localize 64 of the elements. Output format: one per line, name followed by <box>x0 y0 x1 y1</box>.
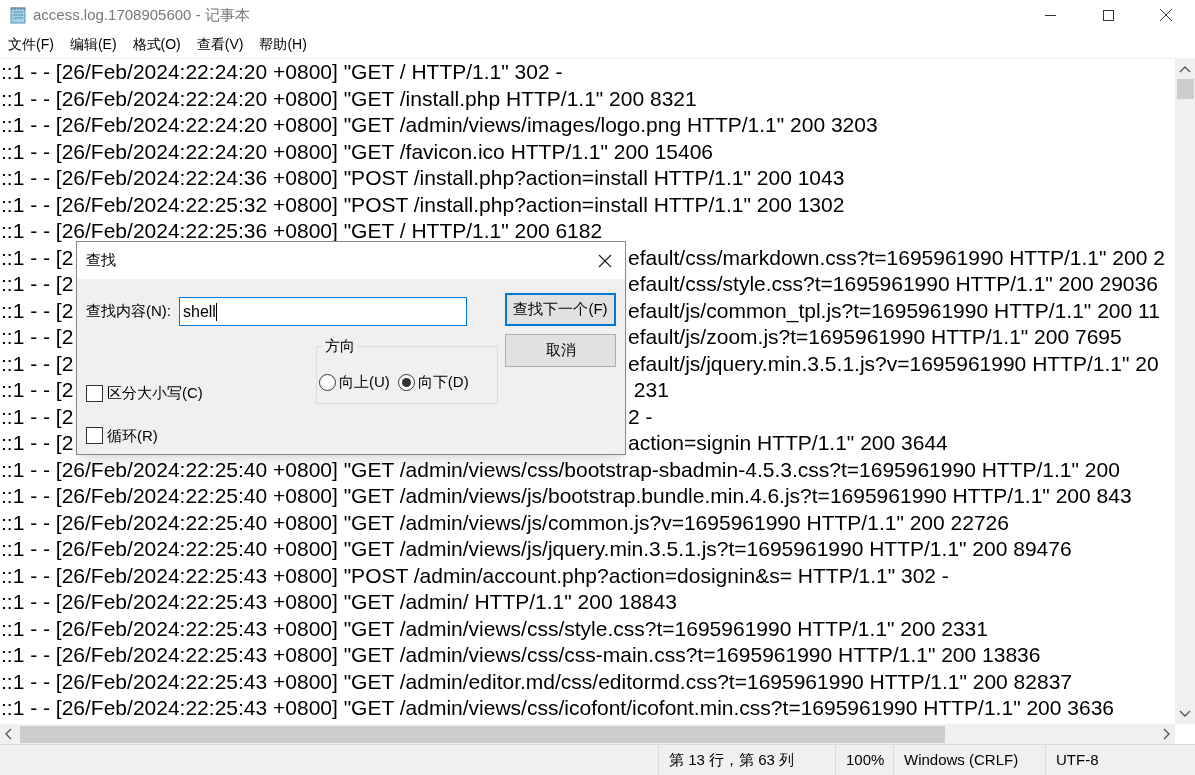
log-line: ::1 - - [26/Feb/2024:22:25:36 +0800] "GET / HTTP/1.1" 200 6182 <box>1 219 603 242</box>
log-line: ::1 - - [26/Feb/2024:22:25:43 +0800] "GET /admin/views/css/style.css?t=1695961990 HTTP/1.1" 200 2331 <box>1 616 988 640</box>
log-line: ::1 - - [26/Feb/2024:22:25:43 +0800] "GET /admin/views/css/icofont/icofont.min.css?t=1695961990 HTTP/1.1" 200 3636 <box>1 696 1114 719</box>
window-title: access.log.1708905600 - 记事本 <box>33 4 250 25</box>
radio-button[interactable]: 向下(D) <box>397 370 469 394</box>
maximize-icon <box>1102 9 1114 21</box>
notepad-icon <box>8 5 28 25</box>
scroll-right-icon[interactable] <box>1163 728 1171 740</box>
log-line: ::1 - - [2 <box>1 298 74 322</box>
log-line: ::1 - - [26/Feb/2024:22:24:36 +0800] "POST /install.php?action=install HTTP/1.1" 200 1043 <box>1 166 845 189</box>
log-line: ::1 - - [2 <box>1 351 74 375</box>
log-line: 231 <box>632 377 669 403</box>
search-field[interactable]: shell <box>179 297 467 326</box>
log-line: ::1 - - [26/Feb/2024:22:25:40 +0800] "GET /admin/views/css/bootstrap-sbadmin-4.5.3.css?t=1695961990 HTTP/1.1" 200 <box>1 457 1120 481</box>
log-line: ::1 - - [2 <box>1 325 74 348</box>
menu-item[interactable]: 查看(V) <box>188 33 252 55</box>
log-line: ::1 - - [2 <box>1 245 74 269</box>
log-line: efault/css/markdown.css?t=1695961990 HTTP/1.1" 200 2 <box>628 244 1165 271</box>
horizontal-scrollbar[interactable] <box>0 724 1175 744</box>
scroll-down-icon[interactable] <box>1179 710 1191 718</box>
status-text: Windows (CRLF) <box>904 749 1019 770</box>
dialog-button[interactable]: 取消 <box>505 334 616 367</box>
log-line: ::1 - - [26/Feb/2024:22:25:43 +0800] "GET /admin/editor.md/css/editormd.css?t=1695961990 HTTP/1.1" 200 82837 <box>1 669 1072 693</box>
log-line: efault/js/common_tpl.js?t=1695961990 HTTP/1.1" 200 11 <box>628 297 1160 324</box>
log-line: efault/js/jquery.min.3.5.1.js?v=1695961990 HTTP/1.1" 20 <box>628 350 1159 377</box>
close-icon <box>1160 9 1172 21</box>
log-line: efault/js/zoom.js?t=1695961990 HTTP/1.1" 200 7695 <box>628 324 1122 350</box>
log-line: ::1 - - [2 <box>1 431 74 454</box>
log-line: ::1 - - [26/Feb/2024:22:25:40 +0800] "GET /admin/views/js/bootstrap.bundle.min.4.6.js?t=1695961990 HTTP/1.1" 200 843 <box>1 484 1132 507</box>
log-line: ::1 - - [2 <box>1 272 74 295</box>
log-line: ::1 - - [26/Feb/2024:22:24:20 +0800] "GET /favicon.ico HTTP/1.1" 200 15406 <box>1 139 714 163</box>
log-line: ::1 - - [2 <box>1 378 74 401</box>
status-text: 第 13 行，第 63 列 <box>669 749 795 770</box>
log-line: ::1 - - [26/Feb/2024:22:25:43 +0800] "POST /admin/account.php?action=dosignin&s= HTTP/1.1" 302 - <box>1 563 949 587</box>
menu-item[interactable]: 格式(O) <box>124 33 189 55</box>
vertical-scrollbar[interactable] <box>1175 59 1195 724</box>
log-line: ::1 - - [26/Feb/2024:22:25:40 +0800] "GET /admin/views/js/jquery.min.3.5.1.js?t=1695961990 HTTP/1.1" 200 89476 <box>1 537 1072 560</box>
log-line: ::1 - - [26/Feb/2024:22:24:20 +0800] "GET /admin/views/images/logo.png HTTP/1.1" 200 3203 <box>1 113 878 136</box>
status-text: 100% <box>846 749 885 770</box>
dialog-button[interactable]: 查找下一个(F) <box>505 293 616 326</box>
log-line: ::1 - - [26/Feb/2024:22:24:20 +0800] "GET / HTTP/1.1" 302 - <box>1 60 563 83</box>
log-line: ::1 - - [26/Feb/2024:22:25:43 +0800] "GET /admin/ HTTP/1.1" 200 18843 <box>1 590 677 613</box>
menu-item[interactable]: 帮助(H) <box>251 33 315 55</box>
scrollbar-thumb[interactable] <box>20 725 945 743</box>
log-line: 2 - <box>628 403 653 430</box>
group-title: 方向 <box>323 336 357 356</box>
log-line: ::1 - - [26/Feb/2024:22:25:43 +0800] "GET /admin/views/css/css-main.css?t=1695961990 HTTP/1.1" 200 13836 <box>1 643 1041 666</box>
scroll-left-icon[interactable] <box>4 728 12 740</box>
log-line: efault/css/style.css?t=1695961990 HTTP/1.1" 200 29036 <box>628 271 1158 297</box>
scroll-up-icon[interactable] <box>1179 65 1191 73</box>
log-line: ::1 - - [26/Feb/2024:22:24:20 +0800] "GET /install.php HTTP/1.1" 200 8321 <box>1 86 697 110</box>
log-line: action=signin HTTP/1.1" 200 3644 <box>628 430 948 456</box>
log-line: ::1 - - [26/Feb/2024:22:25:40 +0800] "GET /admin/views/js/common.js?v=1695961990 HTTP/1.1" 200 22726 <box>1 510 1009 534</box>
dialog-title: 查找 <box>86 250 116 271</box>
menu-item[interactable]: 编辑(E) <box>61 33 125 55</box>
menu-item[interactable]: 文件(F) <box>0 33 62 55</box>
scrollbar-thumb[interactable] <box>1176 79 1194 99</box>
log-line: ::1 - - [26/Feb/2024:22:25:32 +0800] "POST /install.php?action=install HTTP/1.1" 200 1302 <box>1 192 845 216</box>
find-label: 查找内容(N): <box>86 301 171 322</box>
status-text: UTF-8 <box>1056 749 1099 770</box>
log-line: ::1 - - [2 <box>1 404 74 428</box>
checkbox[interactable]: 区分大小写(C) <box>86 382 316 405</box>
radio-button[interactable]: 向上(U) <box>319 370 390 394</box>
checkbox[interactable]: 循环(R) <box>86 424 316 447</box>
